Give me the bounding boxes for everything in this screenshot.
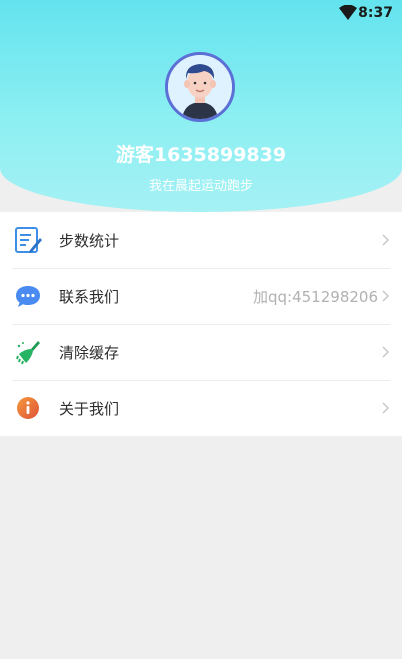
menu-item-label: 步数统计 bbox=[59, 232, 120, 250]
menu-item-label: 清除缓存 bbox=[59, 344, 120, 362]
chevron-right-icon bbox=[382, 290, 390, 302]
status-time: 8:37 bbox=[358, 5, 393, 21]
profile-subtitle: 我在晨起运动跑步 bbox=[148, 179, 253, 194]
settings-menu: 步数统计 联系我们 加qq:451298206 清除缓存 关于我们 bbox=[0, 212, 402, 436]
menu-item-step-stats[interactable]: 步数统计 bbox=[0, 212, 402, 268]
menu-item-contact-us[interactable]: 联系我们 加qq:451298206 bbox=[0, 268, 402, 324]
menu-item-about-us[interactable]: 关于我们 bbox=[0, 380, 402, 436]
chat-bubble-icon bbox=[16, 286, 40, 307]
chevron-right-icon bbox=[382, 234, 390, 246]
username: 游客1635899839 bbox=[115, 144, 287, 166]
chevron-right-icon bbox=[382, 402, 390, 414]
contact-qq-value: 加qq:451298206 bbox=[253, 288, 378, 306]
notepad-icon bbox=[15, 227, 42, 253]
menu-item-label: 关于我们 bbox=[59, 400, 120, 418]
menu-item-label: 联系我们 bbox=[59, 288, 120, 306]
status-bar: 8:37 bbox=[0, 0, 402, 26]
profile-header: 8:37 游客1635899839 我在晨起运动跑步 bbox=[0, 0, 402, 212]
chevron-right-icon bbox=[382, 346, 390, 358]
avatar-face-icon bbox=[168, 55, 232, 119]
info-icon bbox=[17, 397, 39, 419]
broom-icon bbox=[16, 341, 40, 365]
avatar[interactable] bbox=[165, 52, 235, 122]
wifi-icon bbox=[339, 5, 357, 20]
menu-item-clear-cache[interactable]: 清除缓存 bbox=[0, 324, 402, 380]
